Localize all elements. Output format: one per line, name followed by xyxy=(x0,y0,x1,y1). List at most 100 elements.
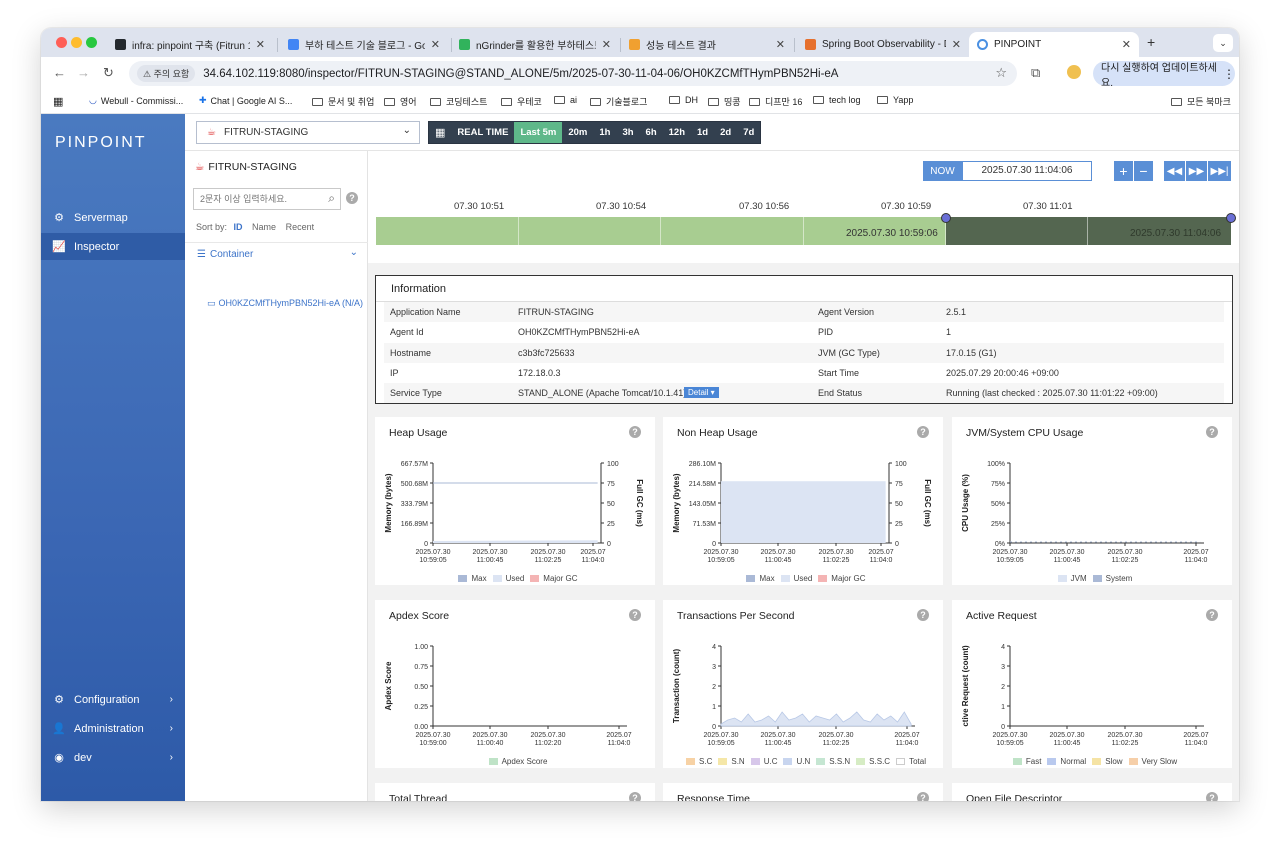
bookmark-folder[interactable]: 문서 및 취업 xyxy=(312,95,374,108)
legend-item[interactable]: Used xyxy=(487,574,524,583)
search-icon[interactable]: ⌕ xyxy=(328,191,335,206)
bookmark-item[interactable]: ✚ Chat | Google AI S... xyxy=(199,95,292,106)
browser-tab[interactable]: Spring Boot Observability - D ✕ xyxy=(797,32,969,57)
help-icon[interactable]: ? xyxy=(917,426,929,438)
bookmark-folder[interactable]: 우테코 xyxy=(501,95,542,108)
legend-item[interactable]: Max xyxy=(452,574,487,583)
help-icon[interactable]: ? xyxy=(346,192,358,204)
help-icon[interactable]: ? xyxy=(1206,792,1218,801)
zoom-in-button[interactable]: + xyxy=(1114,161,1133,181)
range-option[interactable]: 2d xyxy=(714,122,737,143)
close-tab-icon[interactable]: ✕ xyxy=(1122,38,1131,51)
sidebar-item-configuration[interactable]: ⚙ Configuration › xyxy=(41,686,185,713)
range-option[interactable]: Last 5m xyxy=(514,122,563,143)
range-option[interactable]: 6h xyxy=(640,122,663,143)
apps-grid-icon[interactable]: ▦ xyxy=(53,95,63,108)
menu-kebab-icon[interactable]: ⋮ xyxy=(1223,67,1235,81)
new-tab-button[interactable]: + xyxy=(1147,34,1155,50)
help-icon[interactable]: ? xyxy=(1206,609,1218,621)
close-tab-icon[interactable]: ✕ xyxy=(776,38,785,51)
maximize-window-button[interactable] xyxy=(86,37,97,48)
help-icon[interactable]: ? xyxy=(917,792,929,801)
timeline-track[interactable]: 2025.07.30 10:59:06 2025.07.30 11:04:06 xyxy=(376,213,1236,245)
sort-by-recent[interactable]: Recent xyxy=(286,222,315,232)
close-tab-icon[interactable]: ✕ xyxy=(602,38,611,51)
help-icon[interactable]: ? xyxy=(629,792,641,801)
legend-item[interactable]: Total xyxy=(890,757,926,766)
close-tab-icon[interactable]: ✕ xyxy=(256,38,265,51)
bookmark-folder[interactable]: tech log xyxy=(813,95,861,105)
agent-search-input[interactable] xyxy=(194,189,314,209)
sidebar-item-servermap[interactable]: ⚙ Servermap xyxy=(41,204,185,231)
legend-item[interactable]: Used xyxy=(775,574,812,583)
range-option[interactable]: 20m xyxy=(562,122,593,143)
url-text[interactable]: 34.64.102.119:8080/inspector/FITRUN-STAG… xyxy=(203,68,838,80)
bookmark-folder[interactable]: ai xyxy=(554,95,577,105)
legend-item[interactable]: S.C xyxy=(680,757,712,766)
browser-tab[interactable]: infra: pinpoint 구축 (Fitrun 18 ✕ xyxy=(107,32,273,57)
help-icon[interactable]: ? xyxy=(629,609,641,621)
legend-item[interactable]: Normal xyxy=(1041,757,1086,766)
legend-item[interactable]: S.N xyxy=(712,757,745,766)
bookmark-folder[interactable]: 디프만 16 xyxy=(749,95,802,108)
move-current-button[interactable]: ▶▶| xyxy=(1208,161,1231,181)
extensions-icon[interactable]: ⧉ xyxy=(1031,65,1040,81)
browser-tab-active[interactable]: PINPOINT ✕ xyxy=(969,32,1139,57)
browser-tab[interactable]: 부하 테스트 기술 블로그 - Google ✕ xyxy=(280,32,448,57)
range-option[interactable]: 7d xyxy=(737,122,760,143)
legend-item[interactable]: Slow xyxy=(1086,757,1123,766)
help-icon[interactable]: ? xyxy=(917,609,929,621)
agent-list-item[interactable]: ▭ OH0KZCMfTHymPBN52Hi-eA (N/A) xyxy=(207,298,363,309)
all-bookmarks-folder[interactable]: 모든 북마크 xyxy=(1171,95,1231,108)
sort-by-name[interactable]: Name xyxy=(252,222,276,232)
close-tab-icon[interactable]: ✕ xyxy=(431,38,440,51)
profile-icon[interactable] xyxy=(1067,65,1081,79)
now-button[interactable]: NOW xyxy=(923,161,962,181)
legend-item[interactable]: Fast xyxy=(1007,757,1041,766)
update-chrome-button[interactable]: 다시 실행하여 업데이트하세요. ⋮ xyxy=(1093,61,1235,89)
help-icon[interactable]: ? xyxy=(1206,426,1218,438)
range-option[interactable]: 1d xyxy=(691,122,714,143)
browser-tab[interactable]: nGrinder를 활용한 부하테스트 | ✕ xyxy=(451,32,619,57)
container-group[interactable]: ☰ Container ⌄ xyxy=(185,242,368,264)
bookmark-folder[interactable]: DH xyxy=(669,95,698,105)
close-tab-icon[interactable]: ✕ xyxy=(952,38,961,51)
move-back-button[interactable]: ◀◀ xyxy=(1164,161,1185,181)
minimize-window-button[interactable] xyxy=(71,37,82,48)
tab-search-button[interactable]: ⌄ xyxy=(1213,34,1233,52)
legend-item[interactable]: JVM xyxy=(1052,574,1087,583)
service-detail-button[interactable]: Detail ▾ xyxy=(684,387,719,399)
move-forward-button[interactable]: ▶▶ xyxy=(1186,161,1207,181)
security-warning-badge[interactable]: ⚠ 주의 요함 xyxy=(137,65,196,82)
sidebar-item-administration[interactable]: 👤 Administration › xyxy=(41,715,185,742)
sidebar-item-user[interactable]: ◉ dev › xyxy=(41,744,185,771)
zoom-out-button[interactable]: − xyxy=(1134,161,1153,181)
bookmark-star-icon[interactable]: ☆ xyxy=(995,65,1007,81)
selection-end-handle[interactable] xyxy=(1226,213,1236,223)
legend-item[interactable]: Very Slow xyxy=(1123,757,1177,766)
calendar-icon[interactable]: ▦ xyxy=(429,122,451,143)
legend-item[interactable]: System xyxy=(1087,574,1132,583)
bookmark-item[interactable]: ◡ Webull - Commissi... xyxy=(89,95,183,106)
close-window-button[interactable] xyxy=(56,37,67,48)
bookmark-folder[interactable]: 영어 xyxy=(384,95,417,108)
legend-item[interactable]: U.C xyxy=(745,757,777,766)
legend-item[interactable]: Major GC xyxy=(812,574,866,583)
url-bar[interactable]: ⚠ 주의 요함 34.64.102.119:8080/inspector/FIT… xyxy=(129,61,1017,86)
bookmark-folder[interactable]: Yapp xyxy=(877,95,913,105)
browser-tab[interactable]: 성능 테스트 결과 ✕ xyxy=(621,32,793,57)
application-selector[interactable]: ☕ FITRUN-STAGING ⌄ xyxy=(196,121,420,144)
reload-icon[interactable]: ↻ xyxy=(103,65,114,81)
back-icon[interactable]: ← xyxy=(53,65,66,80)
range-option[interactable]: 3h xyxy=(616,122,639,143)
sidebar-item-inspector[interactable]: 📈 Inspector xyxy=(41,233,185,260)
range-option[interactable]: 1h xyxy=(593,122,616,143)
help-icon[interactable]: ? xyxy=(629,426,641,438)
legend-item[interactable]: S.S.C xyxy=(850,757,890,766)
bookmark-folder[interactable]: 기술블로그 xyxy=(590,95,647,108)
legend-item[interactable]: Apdex Score xyxy=(483,757,547,766)
now-datetime-field[interactable]: 2025.07.30 11:04:06 xyxy=(962,161,1092,181)
bookmark-folder[interactable]: 띵콩 xyxy=(708,95,741,108)
selection-start-handle[interactable] xyxy=(941,213,951,223)
legend-item[interactable]: S.S.N xyxy=(810,757,850,766)
